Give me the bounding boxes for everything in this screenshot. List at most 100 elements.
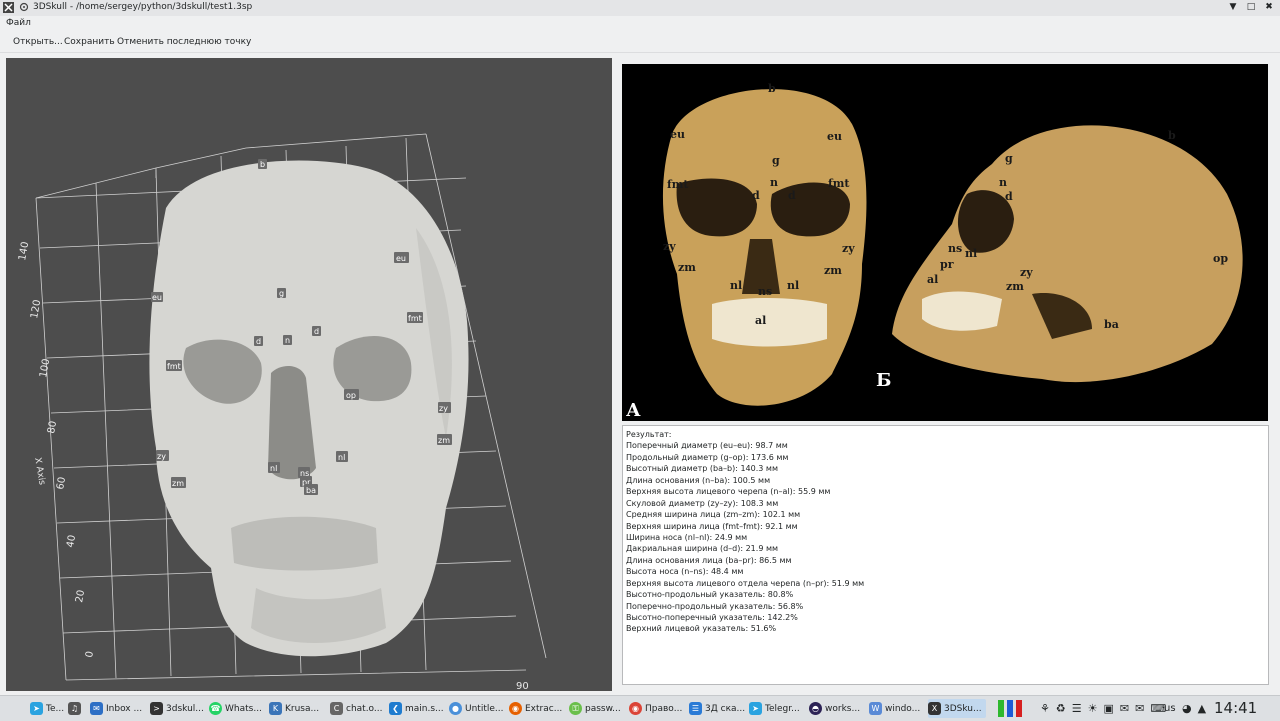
task-firefox[interactable]: ◉ Extrac... <box>509 699 565 718</box>
task-label: 3dskul... <box>166 703 204 714</box>
chrome-icon: ◉ <box>629 702 642 715</box>
task-label: works... <box>825 703 861 714</box>
axis-tick: 100 <box>38 358 52 379</box>
save-button[interactable]: Сохранить <box>64 37 115 47</box>
results-panel[interactable]: Результат: Поперечный диаметр (eu–eu): 9… <box>622 425 1269 685</box>
result-line: Верхняя ширина лица (fmt–fmt): 92.1 мм <box>626 522 798 531</box>
task-3dskull[interactable]: X 3DSku... <box>928 699 986 718</box>
task-telegram-2[interactable]: ➤ Telegr... <box>749 699 805 718</box>
system-monitor[interactable] <box>998 699 1022 718</box>
side-skull-image <box>892 125 1243 383</box>
system-tray-right: ◕ ▲ <box>1182 699 1206 718</box>
figure-label-a: А <box>626 400 641 421</box>
show-hidden-icon[interactable]: ▲ <box>1198 702 1206 715</box>
clock[interactable]: 14:41 <box>1214 699 1257 717</box>
task-chrome[interactable]: ◉ Право... <box>629 699 685 718</box>
task-label: Krusa... <box>285 703 320 714</box>
landmark-label: al <box>927 273 938 286</box>
landmark-label: eu <box>396 254 406 263</box>
task-document[interactable]: ☰ 3Д ска... <box>689 699 745 718</box>
result-line: Поперечный диаметр (eu–eu): 98.7 мм <box>626 441 788 450</box>
task-volume[interactable]: ♫ <box>68 699 84 718</box>
landmark-label: g <box>1005 152 1013 165</box>
landmark-label: ba <box>1104 318 1119 331</box>
close-icon[interactable]: ✖ <box>1264 1 1274 13</box>
task-krusader[interactable]: K Krusa... <box>269 699 323 718</box>
3d-viewer[interactable]: 140 120 100 80 60 40 20 0 X Axis 90 b eu <box>6 58 612 691</box>
task-terminal[interactable]: >3dskul... <box>150 699 206 718</box>
landmark-label: zy <box>157 452 166 461</box>
telegram-icon: ➤ <box>30 702 43 715</box>
landmark-label: fmt <box>828 177 850 190</box>
menu-file[interactable]: Файл <box>6 18 31 28</box>
telegram-icon: ➤ <box>749 702 762 715</box>
keepass-icon: ⚿ <box>569 702 582 715</box>
swap-meter-icon <box>1016 700 1022 717</box>
task-window[interactable]: Wwindo... <box>869 699 925 718</box>
landmark-label: ns <box>758 285 772 298</box>
task-label: Te... <box>46 703 65 714</box>
result-line: Средняя ширина лица (zm–zm): 102.1 мм <box>626 510 801 519</box>
axis-tick: 140 <box>17 241 31 262</box>
landmark-label: zy <box>439 404 448 413</box>
menu-bar: Файл <box>0 16 1280 31</box>
eclipse-icon: ◓ <box>809 702 822 715</box>
maximize-icon[interactable]: □ <box>1246 1 1256 13</box>
skull-model <box>149 160 469 657</box>
landmark-label: ns <box>948 242 962 255</box>
messenger-icon[interactable]: ✉ <box>1120 702 1129 715</box>
landmark-label: nl <box>965 247 977 260</box>
task-label: Inbox ... <box>106 703 143 714</box>
landmark-label: d <box>314 327 319 336</box>
task-whatsapp[interactable]: ☎ Whats... <box>209 699 265 718</box>
task-label: passw... <box>585 703 621 714</box>
task-label: chat.o... <box>346 703 382 714</box>
task-label: Право... <box>645 703 683 714</box>
result-line: Высотно-продольный указатель: 80.8% <box>626 590 794 599</box>
landmark-label: fmt <box>408 314 422 323</box>
task-label: windo... <box>885 703 921 714</box>
weather-icon[interactable]: ☀ <box>1088 702 1098 715</box>
wifi-icon[interactable]: ◕ <box>1182 702 1192 715</box>
task-untitled[interactable]: ● Untitle... <box>449 699 505 718</box>
landmark-label: g <box>772 154 780 167</box>
keyboard-layout[interactable]: us <box>1164 703 1176 714</box>
landmark-label: d <box>752 189 760 202</box>
title-bar: 3DSkull - /home/sergey/python/3dskull/te… <box>0 0 1280 17</box>
landmark-label: op <box>346 391 356 400</box>
task-label: main.s... <box>405 703 443 714</box>
landmark-label: al <box>755 314 766 327</box>
notification-icon[interactable]: ⚘ <box>1040 702 1050 715</box>
landmark-label: zy <box>1020 266 1033 279</box>
task-vscode[interactable]: ❮ main.s... <box>389 699 443 718</box>
updates-icon[interactable]: ♻ <box>1056 702 1066 715</box>
result-line: Длина основания лица (ba–pr): 86.5 мм <box>626 556 792 565</box>
landmark-label: pr <box>940 258 954 271</box>
axis-tick: 0 <box>84 650 96 658</box>
task-eclipse[interactable]: ◓ works... <box>809 699 865 718</box>
landmark-label: n <box>770 176 778 189</box>
task-telegram[interactable]: ➤ Te... <box>30 699 66 718</box>
landmark-label: g <box>279 289 284 298</box>
clipboard-icon[interactable]: ☰ <box>1072 702 1082 715</box>
landmark-label: d <box>1005 190 1013 203</box>
undo-last-point-button[interactable]: Отменить последнюю точку <box>117 37 251 47</box>
task-label: 3DSku... <box>944 703 982 714</box>
axis-tick: 20 <box>74 589 87 603</box>
landmark-label: ba <box>306 486 316 495</box>
results-heading: Результат: <box>626 430 672 439</box>
open-button[interactable]: Открыть... <box>13 37 63 47</box>
task-chat[interactable]: Cchat.o... <box>330 699 382 718</box>
pin-icon[interactable] <box>19 2 29 13</box>
landmark-label: nl <box>730 279 742 292</box>
app-icon[interactable] <box>3 2 14 13</box>
task-passwords[interactable]: ⚿ passw... <box>569 699 625 718</box>
landmark-label: zy <box>842 242 855 255</box>
figure-label-b: Б <box>876 370 891 391</box>
task-label: Extrac... <box>525 703 563 714</box>
mail-icon[interactable]: ✉ <box>1135 702 1144 715</box>
taskbar: ➤ Te... ♫ ✉ Inbox ... >3dskul... ☎ Whats...… <box>0 695 1280 721</box>
minimize-icon[interactable]: ▼ <box>1228 1 1238 13</box>
task-inbox[interactable]: ✉ Inbox ... <box>90 699 144 718</box>
screenshot-icon[interactable]: ▣ <box>1104 702 1114 715</box>
